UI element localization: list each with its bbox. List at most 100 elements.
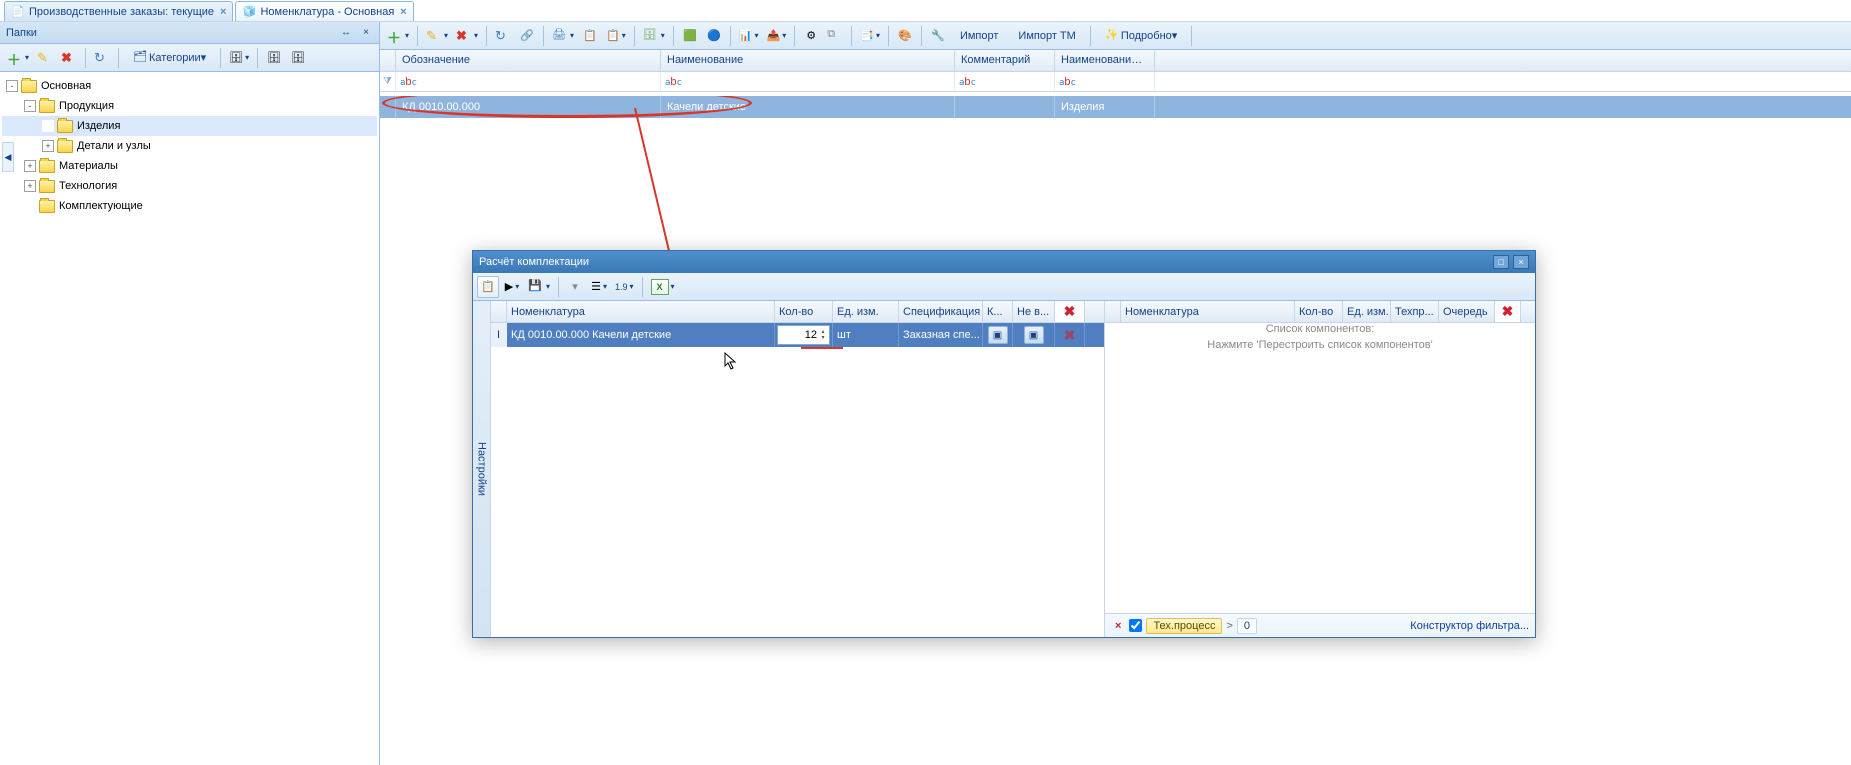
pin-icon[interactable]: ↔ — [339, 26, 353, 40]
row-close-icon[interactable]: ✖ — [1064, 327, 1076, 344]
filter-tag[interactable]: Тех.процесс — [1146, 618, 1222, 634]
link-button[interactable]: 🔗 — [516, 25, 538, 47]
edit-button[interactable]: ✎▾ — [423, 25, 451, 47]
expand-icon[interactable]: + — [42, 140, 54, 152]
dcell-nv[interactable]: ▣ — [1013, 323, 1055, 347]
tree-node[interactable]: -Основная — [2, 76, 377, 96]
dlg-left-row[interactable]: IКД 0010.00.000 Качели детские▴▾штЗаказн… — [491, 323, 1104, 347]
dlg-right-body[interactable]: Список компонентов: Нажмите 'Перестроить… — [1105, 323, 1535, 613]
tab-prod-orders[interactable]: 📄 Производственные заказы: текущие × — [4, 1, 233, 21]
tab-close-icon[interactable]: × — [400, 6, 406, 18]
db-button[interactable]: 🗄▾ — [640, 25, 668, 47]
rcol-qty[interactable]: Кол-во — [1295, 301, 1343, 322]
filter-comm[interactable]: abc — [955, 72, 1055, 91]
close-icon[interactable]: ✖ — [1502, 303, 1514, 320]
collapse-chevron[interactable]: ◀ — [2, 142, 14, 172]
tool-btn-3[interactable]: 🟩 — [679, 25, 701, 47]
filter-namep[interactable]: abc — [1055, 72, 1155, 91]
import-tm-button[interactable]: Импорт ТМ — [1009, 25, 1084, 47]
dcol-close[interactable]: ✖ — [1055, 301, 1085, 322]
folders-tree[interactable]: -Основная-ПродукцияИзделия+Детали и узлы… — [0, 72, 379, 765]
run-button[interactable]: ▶▾ — [501, 276, 523, 298]
copy-button[interactable]: 📋 — [477, 276, 499, 298]
details-button[interactable]: ✨ Подробно ▾ — [1096, 25, 1186, 47]
tool-b[interactable]: 1.9▾ — [612, 276, 637, 298]
dialog-titlebar[interactable]: Расчёт комплектации □ × — [473, 251, 1535, 273]
col-comm[interactable]: Комментарий — [955, 50, 1055, 71]
filter-constructor-link[interactable]: Конструктор фильтра... — [1410, 620, 1529, 632]
dcol-spec[interactable]: Спецификация — [899, 301, 983, 322]
filter-name[interactable]: abc — [661, 72, 955, 91]
rcol-q[interactable]: Очередь — [1439, 301, 1495, 322]
tool-btn-9[interactable]: 🎨 — [894, 25, 916, 47]
close-button[interactable]: × — [1513, 255, 1529, 269]
filter-remove-icon[interactable]: × — [1111, 620, 1125, 632]
col-namep[interactable]: Наименование п... — [1055, 50, 1155, 71]
collapse-icon[interactable]: - — [24, 100, 36, 112]
refresh-button[interactable]: ↻ — [91, 47, 113, 69]
dcol-k[interactable]: К... — [983, 301, 1013, 322]
maximize-button[interactable]: □ — [1493, 255, 1509, 269]
collapse-icon[interactable]: - — [6, 80, 18, 92]
tool-btn-4[interactable]: 🔵 — [703, 25, 725, 47]
tool-btn-8[interactable]: 📑▾ — [857, 25, 883, 47]
categories-button[interactable]: 🗂 Категории ▾ — [124, 47, 215, 69]
add-button[interactable]: ＋▾ — [384, 25, 412, 47]
import-button[interactable]: Импорт — [951, 25, 1007, 47]
tool-btn-7[interactable]: ⚙ — [800, 25, 822, 47]
spin-down-icon[interactable]: ▾ — [819, 335, 827, 341]
qty-input[interactable] — [780, 329, 817, 341]
delete-button[interactable]: ✖▾ — [453, 25, 481, 47]
tree-node[interactable]: +Материалы — [2, 156, 377, 176]
filter-checkbox[interactable] — [1129, 619, 1142, 632]
tree-node[interactable]: +Технология — [2, 176, 377, 196]
dcol-nom[interactable]: Номенклатура — [507, 301, 775, 322]
dcell-k[interactable]: ▣ — [983, 323, 1013, 347]
tool-btn-2[interactable]: 📋▾ — [603, 25, 629, 47]
dcol-nv[interactable]: Не в... — [1013, 301, 1055, 322]
expand-icon[interactable]: + — [24, 180, 36, 192]
expand-icon[interactable]: + — [24, 160, 36, 172]
tool-a[interactable]: ☰▾ — [588, 276, 610, 298]
rcol-nom[interactable]: Номенклатура — [1121, 301, 1295, 322]
dcell-qty[interactable]: ▴▾ — [775, 323, 833, 347]
edit-button[interactable]: ✎ — [34, 47, 56, 69]
tab-close-icon[interactable]: × — [220, 6, 226, 18]
tool-btn-6[interactable]: 📤▾ — [764, 25, 790, 47]
tab-nomenclature[interactable]: 🧊 Номенклатура - Основная × — [235, 1, 413, 21]
col-oboz[interactable]: Обозначение — [396, 50, 661, 71]
filter-toggle-icon[interactable]: ⧩ — [380, 72, 396, 91]
filter-oboz[interactable]: abc — [396, 72, 661, 91]
refresh-button[interactable]: ↻ — [492, 25, 514, 47]
filter-button[interactable]: ⧉ — [824, 25, 846, 47]
tree-tool-2[interactable]: 🗄 — [263, 47, 285, 69]
tree-tool-1[interactable]: 🗄▾ — [226, 47, 252, 69]
filter-button[interactable]: ▾ — [564, 276, 586, 298]
rcol-tp[interactable]: Техпр... — [1391, 301, 1439, 322]
grid-row[interactable]: КД 0010.00.000Качели детскиеИзделия — [380, 96, 1851, 118]
tool-btn-10[interactable]: 🔧 — [927, 25, 949, 47]
tool-btn-1[interactable]: 📋 — [579, 25, 601, 47]
rcol-close[interactable]: ✖ — [1495, 301, 1521, 322]
close-icon[interactable]: ✖ — [1064, 303, 1076, 320]
tree-node[interactable]: Изделия — [2, 116, 377, 136]
tree-node[interactable]: -Продукция — [2, 96, 377, 116]
rcol-unit[interactable]: Ед. изм. — [1343, 301, 1391, 322]
settings-tab[interactable]: Настройки — [473, 301, 491, 637]
save-button[interactable]: 💾▾ — [525, 276, 553, 298]
dcol-qty[interactable]: Кол-во — [775, 301, 833, 322]
col-name[interactable]: Наименование — [661, 50, 955, 71]
delete-button[interactable]: ✖ — [58, 47, 80, 69]
dlg-left-body[interactable]: IКД 0010.00.000 Качели детские▴▾штЗаказн… — [491, 323, 1104, 637]
add-button[interactable]: ＋▾ — [4, 47, 32, 69]
tree-node[interactable]: Комплектующие — [2, 196, 377, 216]
tree-tool-3[interactable]: 🗄 — [287, 47, 309, 69]
excel-button[interactable]: X▾ — [648, 276, 678, 298]
print-button[interactable]: 🖨▾ — [549, 25, 577, 47]
k-button[interactable]: ▣ — [988, 326, 1008, 344]
dcell-close[interactable]: ✖ — [1055, 323, 1085, 347]
dcol-unit[interactable]: Ед. изм. — [833, 301, 899, 322]
close-icon[interactable]: × — [359, 26, 373, 40]
tree-node[interactable]: +Детали и узлы — [2, 136, 377, 156]
nv-button[interactable]: ▣ — [1024, 326, 1044, 344]
